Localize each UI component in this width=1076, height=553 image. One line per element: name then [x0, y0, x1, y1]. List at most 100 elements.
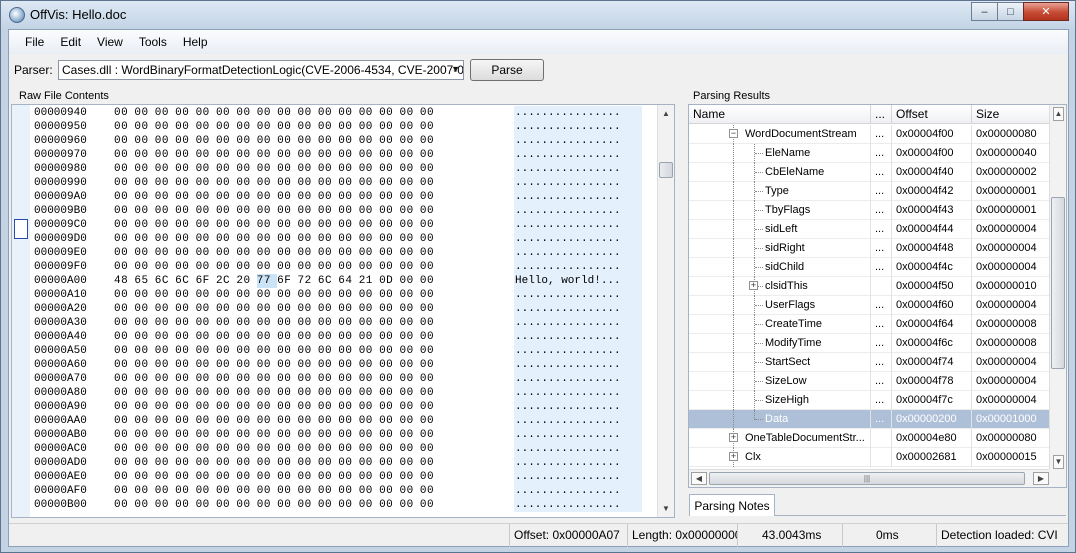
- hex-byte[interactable]: 00: [318, 330, 338, 344]
- hex-byte[interactable]: 00: [359, 316, 379, 330]
- hex-byte[interactable]: 00: [114, 218, 134, 232]
- hex-byte[interactable]: 00: [155, 428, 175, 442]
- hex-byte[interactable]: 00: [236, 148, 256, 162]
- hex-byte[interactable]: 00: [257, 148, 277, 162]
- hex-byte[interactable]: 00: [277, 232, 297, 246]
- hex-byte[interactable]: 00: [155, 106, 175, 120]
- hex-byte[interactable]: 64: [338, 274, 358, 288]
- hex-byte[interactable]: 00: [257, 204, 277, 218]
- menu-view[interactable]: View: [89, 32, 131, 52]
- hex-byte[interactable]: 00: [379, 260, 399, 274]
- hex-byte[interactable]: 00: [196, 204, 216, 218]
- hex-byte[interactable]: 00: [114, 484, 134, 498]
- hex-byte[interactable]: 00: [114, 120, 134, 134]
- hex-byte[interactable]: 00: [216, 330, 236, 344]
- hex-byte[interactable]: 00: [399, 106, 419, 120]
- hex-byte[interactable]: 00: [134, 372, 154, 386]
- hex-byte[interactable]: 00: [277, 456, 297, 470]
- hex-byte[interactable]: 00: [379, 176, 399, 190]
- hex-byte[interactable]: 00: [196, 414, 216, 428]
- hex-byte[interactable]: 00: [338, 302, 358, 316]
- hex-byte[interactable]: 00: [318, 344, 338, 358]
- hex-byte[interactable]: 00: [359, 302, 379, 316]
- hex-byte[interactable]: 00: [196, 134, 216, 148]
- hex-byte[interactable]: 00: [196, 120, 216, 134]
- hex-byte[interactable]: 00: [175, 302, 195, 316]
- hex-row[interactable]: 00000AC0 00 00 00 00 00 00 00 00 00 00 00 00 00 00 00 00…: [30, 442, 660, 456]
- hex-row[interactable]: 000009F0 00 00 00 00 00 00 00 00 00 00 00 00 00 00 00 00…: [30, 260, 660, 274]
- hex-byte[interactable]: 00: [134, 232, 154, 246]
- hex-byte[interactable]: 00: [277, 372, 297, 386]
- hex-bytes[interactable]: 00 00 00 00 00 00 00 00 00 00 00 00 00 00 00 00: [114, 484, 440, 498]
- hex-byte[interactable]: 00: [155, 218, 175, 232]
- hex-bytes[interactable]: 00 00 00 00 00 00 00 00 00 00 00 00 00 00 00 00: [114, 400, 440, 414]
- hex-byte[interactable]: 00: [134, 148, 154, 162]
- tree-row[interactable]: + Clx 0x00002681 0x00000015: [689, 448, 1051, 467]
- hex-byte[interactable]: 00: [359, 260, 379, 274]
- hex-byte[interactable]: 00: [379, 330, 399, 344]
- hex-byte[interactable]: 00: [420, 316, 440, 330]
- hex-byte[interactable]: 00: [216, 358, 236, 372]
- scroll-up-arrow-icon[interactable]: ▲: [1053, 107, 1064, 121]
- hex-byte[interactable]: 00: [216, 232, 236, 246]
- hex-byte[interactable]: 00: [298, 400, 318, 414]
- hex-bytes[interactable]: 00 00 00 00 00 00 00 00 00 00 00 00 00 00 00 00: [114, 372, 440, 386]
- hex-byte[interactable]: 00: [399, 232, 419, 246]
- hex-byte[interactable]: 00: [277, 358, 297, 372]
- hex-byte[interactable]: 00: [114, 246, 134, 260]
- hex-byte[interactable]: 00: [359, 470, 379, 484]
- hex-byte[interactable]: 00: [175, 204, 195, 218]
- hex-row[interactable]: 00000A10 00 00 00 00 00 00 00 00 00 00 00 00 00 00 00 00…: [30, 288, 660, 302]
- hex-byte[interactable]: 00: [379, 246, 399, 260]
- hex-byte[interactable]: 00: [216, 386, 236, 400]
- hex-byte[interactable]: 00: [196, 288, 216, 302]
- tree-cell-name[interactable]: ModifyTime: [689, 334, 871, 353]
- hex-byte[interactable]: 00: [338, 344, 358, 358]
- hex-byte[interactable]: 00: [155, 372, 175, 386]
- hex-byte[interactable]: 00: [134, 302, 154, 316]
- hex-byte[interactable]: 00: [236, 260, 256, 274]
- hex-byte[interactable]: 00: [236, 498, 256, 512]
- hex-byte[interactable]: 00: [134, 106, 154, 120]
- hex-byte[interactable]: 00: [216, 400, 236, 414]
- hex-ascii[interactable]: ................: [514, 246, 642, 260]
- hex-byte[interactable]: 00: [114, 204, 134, 218]
- hex-byte[interactable]: 00: [196, 484, 216, 498]
- hex-byte[interactable]: 00: [359, 330, 379, 344]
- hex-byte[interactable]: 00: [338, 372, 358, 386]
- hex-row[interactable]: 000009D0 00 00 00 00 00 00 00 00 00 00 00 00 00 00 00 00…: [30, 232, 660, 246]
- hex-byte[interactable]: 00: [134, 288, 154, 302]
- hex-bytes[interactable]: 00 00 00 00 00 00 00 00 00 00 00 00 00 00 00 00: [114, 358, 440, 372]
- tree-cell-dots[interactable]: ...: [871, 315, 892, 334]
- tree-cell-dots[interactable]: ...: [871, 296, 892, 315]
- hex-ascii[interactable]: Hello, world!...: [514, 274, 642, 288]
- hex-byte[interactable]: 00: [277, 344, 297, 358]
- tree-cell-name[interactable]: CbEleName: [689, 163, 871, 182]
- hex-byte[interactable]: 00: [298, 162, 318, 176]
- hex-byte[interactable]: 00: [155, 498, 175, 512]
- hex-byte[interactable]: 00: [379, 316, 399, 330]
- hex-byte[interactable]: 00: [114, 288, 134, 302]
- hex-ascii[interactable]: ................: [514, 316, 642, 330]
- tree-row[interactable]: Data... 0x00000200 0x00001000: [689, 410, 1051, 429]
- hex-byte[interactable]: 6F: [277, 274, 297, 288]
- hex-byte[interactable]: 00: [114, 400, 134, 414]
- hex-byte[interactable]: 00: [420, 456, 440, 470]
- hex-byte[interactable]: 00: [134, 470, 154, 484]
- hex-byte[interactable]: 00: [379, 232, 399, 246]
- hex-byte[interactable]: 00: [257, 428, 277, 442]
- hex-byte[interactable]: 00: [420, 414, 440, 428]
- hex-byte[interactable]: 00: [236, 442, 256, 456]
- hex-byte[interactable]: 00: [175, 344, 195, 358]
- hex-ascii[interactable]: ................: [514, 106, 642, 120]
- hex-byte[interactable]: 00: [318, 498, 338, 512]
- hex-byte[interactable]: 00: [399, 358, 419, 372]
- hex-byte[interactable]: 00: [155, 162, 175, 176]
- tree-row[interactable]: CbEleName... 0x00004f40 0x00000002: [689, 163, 1051, 182]
- hex-byte[interactable]: 00: [257, 218, 277, 232]
- hex-row[interactable]: 00000A90 00 00 00 00 00 00 00 00 00 00 00 00 00 00 00 00…: [30, 400, 660, 414]
- hex-row[interactable]: 000009B0 00 00 00 00 00 00 00 00 00 00 00 00 00 00 00 00…: [30, 204, 660, 218]
- dropdown-arrow-icon[interactable]: ▼: [451, 64, 460, 74]
- hex-byte[interactable]: 00: [338, 498, 358, 512]
- hex-ascii[interactable]: ................: [514, 400, 642, 414]
